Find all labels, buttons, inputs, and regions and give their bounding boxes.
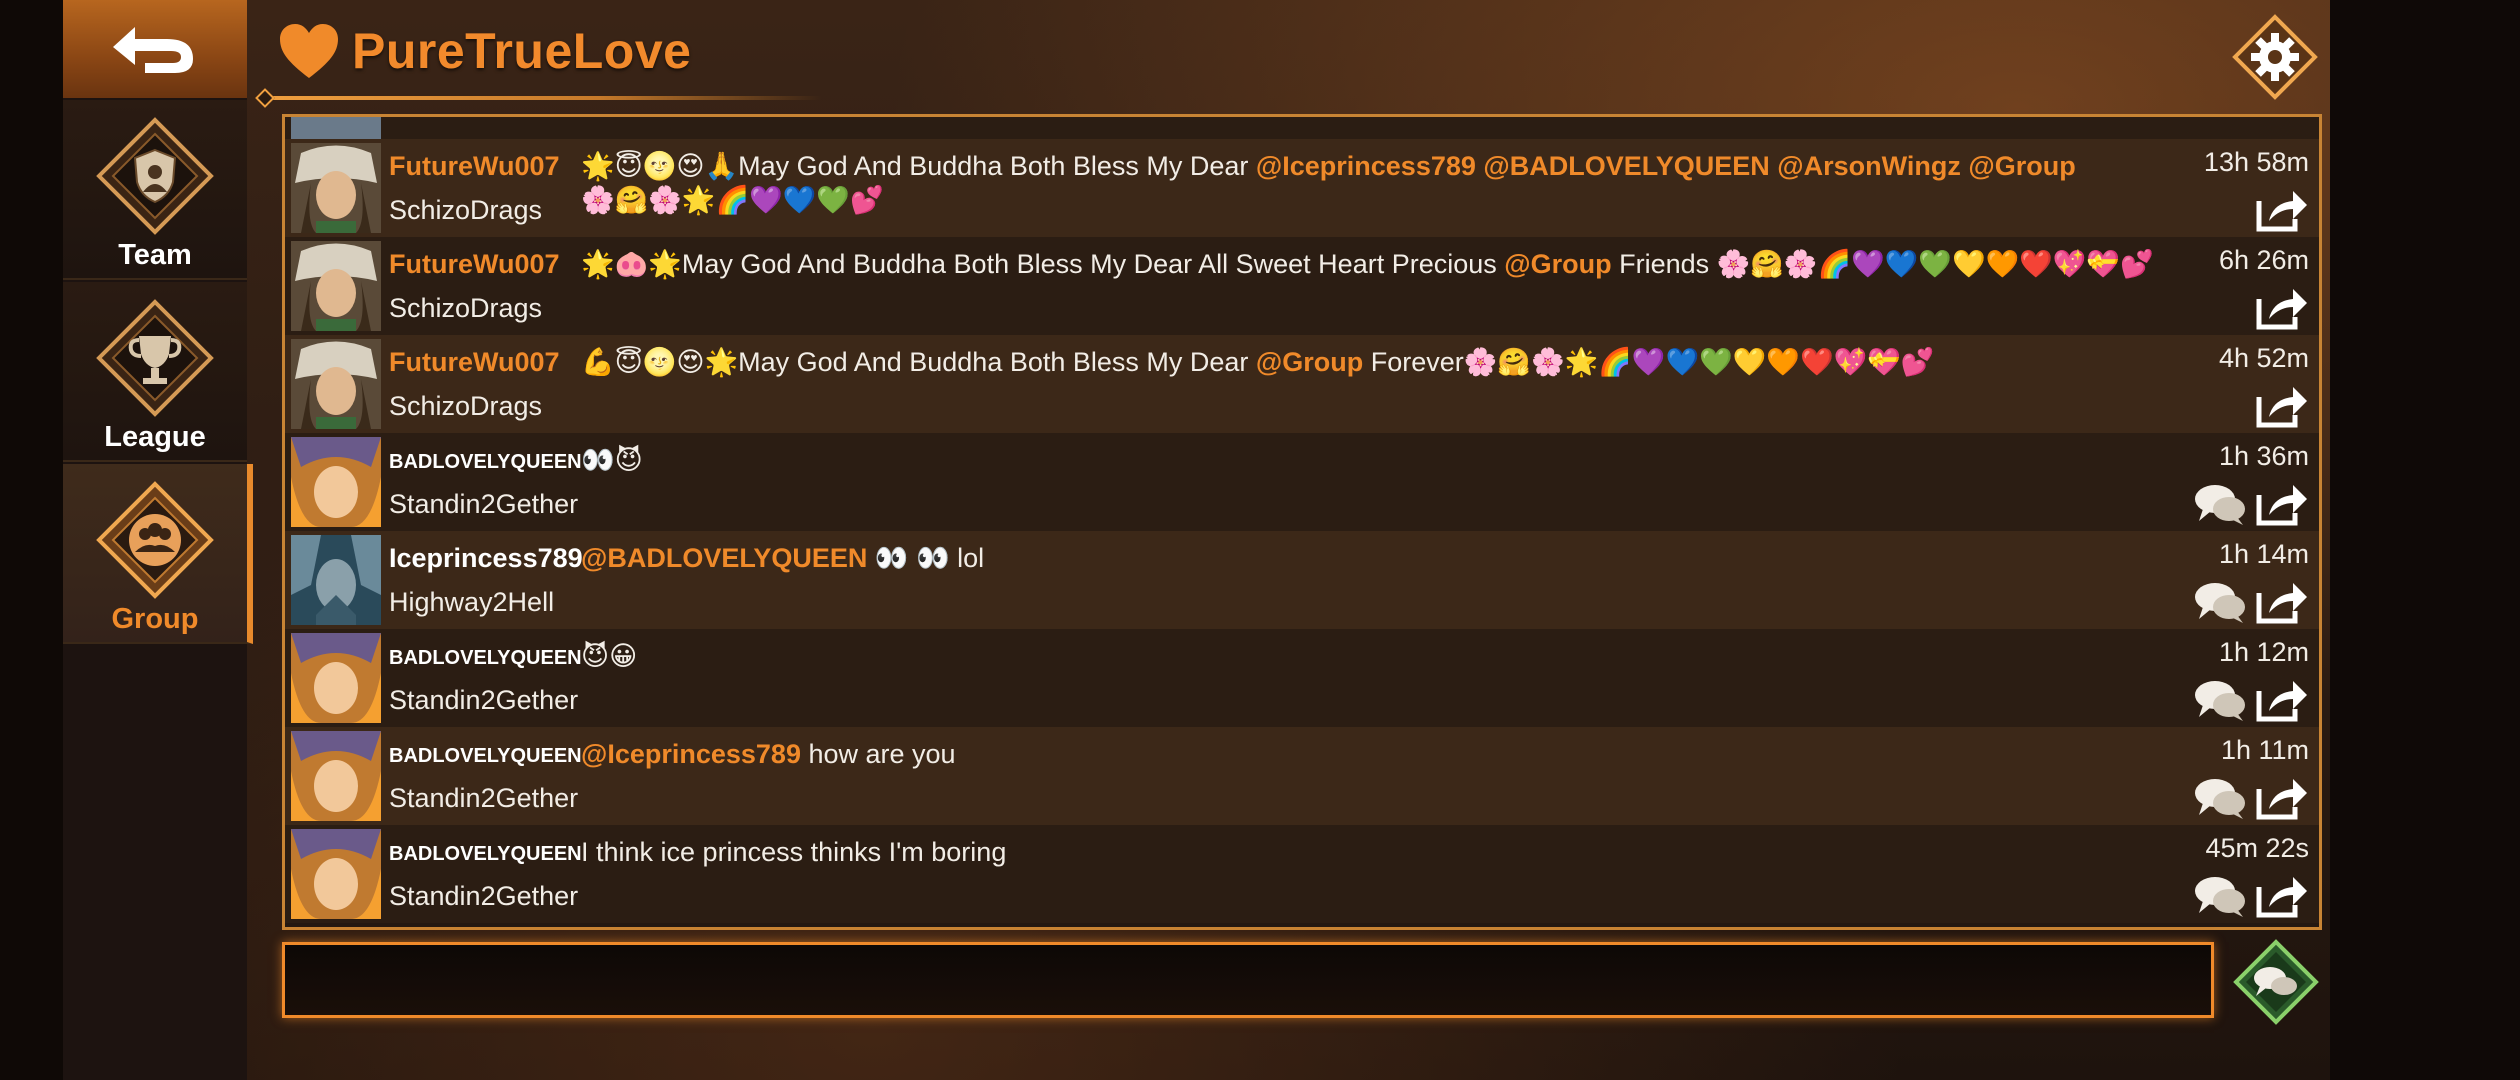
share-button[interactable]: [2255, 775, 2309, 821]
back-button[interactable]: [63, 0, 247, 98]
share-button[interactable]: [2255, 383, 2309, 429]
reply-button[interactable]: [2193, 677, 2247, 723]
message-guild: SchizoDrags: [389, 195, 543, 225]
message-username[interactable]: BADLOVELYQUEEN: [389, 745, 582, 768]
sidebar-item-label: Team: [118, 239, 192, 271]
message-timestamp: 45m 22s: [2205, 833, 2309, 863]
message-guild: SchizoDrags: [389, 391, 543, 421]
avatar[interactable]: [291, 731, 381, 821]
share-button[interactable]: [2255, 677, 2309, 723]
avatar[interactable]: [291, 339, 381, 429]
share-button[interactable]: [2255, 579, 2309, 625]
message-username[interactable]: BADLOVELYQUEEN: [389, 647, 582, 670]
list-item: BADLOVELYQUEEN Standin2Gether @Iceprince…: [285, 727, 2319, 825]
reply-button[interactable]: [2193, 481, 2247, 527]
list-item: FutureWu007 SchizoDrags 🌟🐽🌟May God And B…: [285, 237, 2319, 335]
list-item: FutureWu007 SchizoDrags 💪😇🌝😍🌟May God And…: [285, 335, 2319, 433]
message-username[interactable]: Iceprincess789: [389, 543, 583, 574]
message-guild: SchizoDrags: [389, 293, 543, 323]
message-guild: Standin2Gether: [389, 489, 579, 519]
team-shield-icon: [96, 117, 214, 235]
share-icon: [2256, 583, 2307, 624]
group-name: PureTrueLove: [352, 23, 692, 79]
share-icon: [2256, 877, 2307, 918]
gear-icon: [2232, 14, 2318, 100]
message-timestamp: 1h 36m: [2218, 441, 2309, 471]
share-button[interactable]: [2255, 285, 2309, 331]
settings-button[interactable]: [2232, 14, 2318, 100]
header-divider: [262, 96, 822, 100]
speech-bubbles-icon: [2195, 779, 2245, 819]
send-button[interactable]: [2232, 938, 2320, 1026]
speech-bubbles-icon: [2195, 681, 2245, 721]
sidebar-item-label: Group: [111, 603, 199, 635]
avatar[interactable]: [291, 241, 381, 331]
avatar[interactable]: [291, 437, 381, 527]
sidebar-item-league[interactable]: League: [63, 282, 247, 462]
list-item: Iceprincess789 Highway2Hell @BADLOVELYQU…: [285, 531, 2319, 629]
speech-bubbles-icon: [2195, 485, 2245, 525]
sidebar-item-team[interactable]: Team: [63, 100, 247, 280]
message-timestamp: 6h 26m: [2218, 245, 2309, 275]
message-guild: Standin2Gether: [389, 783, 579, 813]
heart-icon: [278, 22, 340, 80]
right-edge: [2330, 0, 2520, 1080]
message-text: 🌟🐽🌟May God And Buddha Both Bless My Dear…: [581, 249, 2154, 279]
list-item: BADLOVELYQUEEN Standin2Gether I think ic…: [285, 825, 2319, 923]
share-icon: [2256, 485, 2307, 526]
message-text: 👀😈: [581, 445, 643, 475]
message-username[interactable]: FutureWu007: [389, 347, 560, 378]
avatar: [291, 117, 381, 141]
avatar[interactable]: [291, 535, 381, 625]
list-item: BADLOVELYQUEEN Standin2Gether 😈😀 1h 12m: [285, 629, 2319, 727]
share-button[interactable]: [2255, 481, 2309, 527]
chat-message-list[interactable]: FutureWu007 SchizoDrags 🌟😇🌝😍🙏May God And…: [282, 114, 2322, 930]
sidebar-item-group[interactable]: Group: [63, 464, 253, 644]
message-username[interactable]: BADLOVELYQUEEN: [389, 451, 582, 474]
share-button[interactable]: [2255, 187, 2309, 233]
share-icon: [2256, 191, 2307, 232]
message-text: @Iceprincess789 how are you: [581, 739, 956, 769]
message-guild: Standin2Gether: [389, 685, 579, 715]
speech-bubbles-icon: [2195, 877, 2245, 917]
speech-bubbles-icon: [2195, 583, 2245, 623]
share-icon: [2256, 289, 2307, 330]
share-button[interactable]: [2255, 873, 2309, 919]
list-item: FutureWu007 SchizoDrags 🌟😇🌝😍🙏May God And…: [285, 139, 2319, 237]
back-arrow-icon: [105, 15, 205, 84]
share-icon: [2256, 779, 2307, 820]
avatar[interactable]: [291, 633, 381, 723]
message-guild: Standin2Gether: [389, 881, 579, 911]
message-text: 😈😀: [581, 641, 638, 671]
reply-button[interactable]: [2193, 579, 2247, 625]
message-timestamp: 4h 52m: [2218, 343, 2309, 373]
message-text: I think ice princess thinks I'm boring: [581, 837, 1007, 867]
trophy-icon: [96, 299, 214, 417]
message-text: @BADLOVELYQUEEN 👀 👀 lol: [581, 543, 985, 573]
left-edge: [0, 0, 63, 1080]
reply-button[interactable]: [2193, 775, 2247, 821]
message-timestamp: 13h 58m: [2203, 147, 2309, 177]
send-chat-icon: [2233, 939, 2319, 1025]
chat-message-input[interactable]: [282, 942, 2214, 1018]
message-text: 🌟😇🌝😍🙏May God And Buddha Both Bless My De…: [581, 151, 2076, 215]
message-timestamp: 1h 12m: [2218, 637, 2309, 667]
sidebar-item-label: League: [104, 421, 206, 453]
message-timestamp: 1h 11m: [2220, 735, 2309, 765]
message-guild: Highway2Hell: [389, 587, 555, 617]
share-icon: [2256, 387, 2307, 428]
message-text: 💪😇🌝😍🌟May God And Buddha Both Bless My De…: [581, 347, 1935, 377]
list-item: BADLOVELYQUEEN Standin2Gether 👀😈 1h 36m: [285, 433, 2319, 531]
message-username[interactable]: FutureWu007: [389, 249, 560, 280]
message-username[interactable]: BADLOVELYQUEEN: [389, 843, 582, 866]
message-timestamp: 1h 14m: [2218, 539, 2309, 569]
share-icon: [2256, 681, 2307, 722]
group-title: PureTrueLove: [278, 18, 691, 84]
reply-button[interactable]: [2193, 873, 2247, 919]
group-chat-icon: [96, 481, 214, 599]
message-username[interactable]: FutureWu007: [389, 151, 560, 182]
sidebar: Team League Group: [63, 0, 253, 1080]
avatar[interactable]: [291, 829, 381, 919]
avatar[interactable]: [291, 143, 381, 233]
